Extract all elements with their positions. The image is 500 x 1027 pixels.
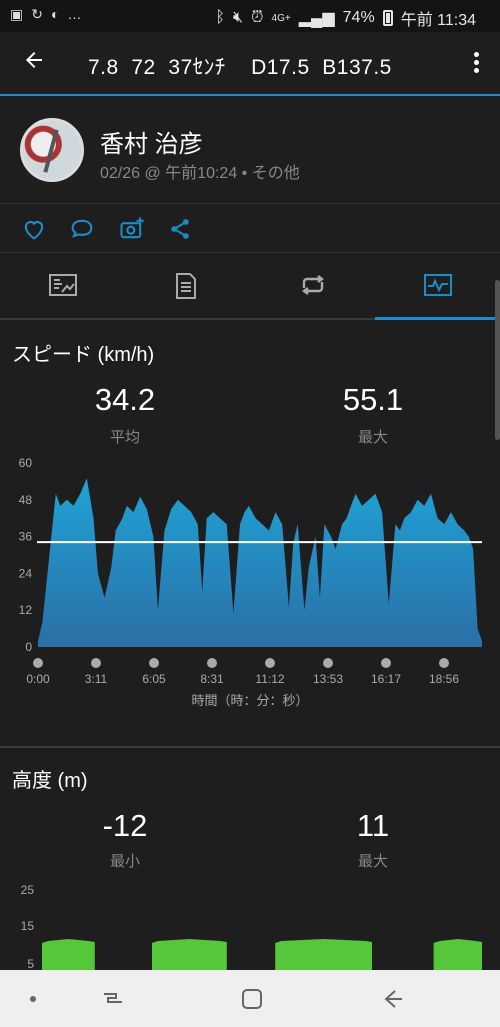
speed-avg-value: 34.2 (94, 382, 156, 417)
back-nav-icon[interactable] (375, 982, 409, 1016)
avatar[interactable] (20, 118, 84, 182)
overflow-menu-icon[interactable] (470, 50, 482, 78)
user-name[interactable]: 香村 治彦 (100, 124, 203, 159)
scroll-indicator (495, 280, 500, 440)
elevation-y-tick: 5 (27, 957, 34, 970)
bluetooth-icon: ᛒ (215, 9, 225, 26)
activity-meta: 02/26 @ 午前10:24 • その他 (100, 165, 300, 182)
speed-max-value: 55.1 (342, 382, 404, 417)
elevation-segment (433, 939, 482, 970)
speed-x-tick: 0:00 (26, 672, 50, 686)
elevation-min-value: -12 (102, 808, 148, 843)
messenger-icon: ◐ (50, 6, 60, 22)
speed-x-tick-marker (149, 658, 159, 668)
elevation-chart: 5 15 25 (21, 883, 482, 970)
status-left-icons: ▣ ↻ ◐ … (10, 6, 81, 23)
speed-x-tick-marker (207, 658, 217, 668)
speed-title: スピード (km/h) (12, 344, 155, 366)
speed-y-tick: 0 (25, 640, 32, 654)
battery-percent: 74% (342, 9, 375, 26)
sync-icon: ↻ (31, 6, 43, 22)
alarm-icon: ⏰︎ (251, 9, 264, 26)
speed-y-tick: 60 (19, 456, 33, 470)
tab-laps[interactable] (250, 254, 375, 318)
elevation-segment (42, 939, 95, 970)
gallery-icon: ▣ (10, 6, 24, 22)
tab-charts[interactable] (375, 254, 500, 320)
mute-icon: 🔇︎ (232, 9, 244, 26)
speed-x-axis-title: 時間（時：分：秒） (191, 693, 309, 708)
recent-apps-icon[interactable] (96, 982, 130, 1016)
comment-icon[interactable] (68, 215, 96, 243)
status-right: ᛒ 🔇︎ ⏰︎ 4G+ ▂▄▆ 74% 午前 11:34 (215, 6, 476, 30)
signal-icon: ▂▄▆ (298, 10, 335, 27)
elevation-min-label: 最小 (109, 853, 140, 870)
nav-dot-icon[interactable] (16, 982, 50, 1016)
share-icon[interactable] (166, 215, 194, 243)
elevation-segment (275, 939, 372, 970)
speed-x-tick-marker (381, 658, 391, 668)
elevation-segment (152, 939, 227, 970)
speed-avg-label: 平均 (109, 429, 140, 446)
action-row (0, 205, 500, 253)
speed-y-tick: 36 (19, 530, 33, 544)
status-bar: ▣ ↻ ◐ … ᛒ 🔇︎ ⏰︎ 4G+ ▂▄▆ 74% 午前 11:34 (0, 0, 500, 32)
speed-x-tick: 18:56 (429, 672, 459, 686)
tab-summary[interactable] (0, 254, 125, 318)
tab-bar (0, 254, 500, 320)
speed-x-tick: 16:17 (371, 672, 401, 686)
speed-y-tick: 48 (19, 493, 33, 507)
speed-x-tick: 13:53 (313, 672, 343, 686)
speed-x-tick-marker (265, 658, 275, 668)
tab-details[interactable] (125, 254, 250, 318)
back-arrow-icon[interactable] (18, 48, 50, 80)
like-icon[interactable] (20, 215, 48, 243)
clock: 午前 11:34 (400, 12, 476, 29)
elevation-title: 高度 (m) (12, 770, 88, 792)
speed-area (38, 478, 482, 647)
elevation-y-tick: 15 (21, 919, 35, 933)
network-type: 4G+ (271, 12, 291, 24)
elevation-y-tick: 25 (21, 883, 35, 897)
speed-x-tick: 8:31 (200, 672, 224, 686)
speed-chart: 0 12 24 36 48 60 0:00 3:11 6:05 8:31 11:12 13:53 16:… (19, 456, 482, 686)
activity-header: 香村 治彦 02/26 @ 午前10:24 • その他 (0, 98, 500, 204)
add-photo-icon[interactable] (118, 215, 146, 243)
elevation-max-label: 最大 (357, 853, 388, 870)
battery-icon (382, 10, 393, 26)
elevation-max-value: 11 (356, 808, 390, 843)
speed-x-tick-marker (91, 658, 101, 668)
activity-title: 7.8 72 37ｾﾝﾁ D17.5 B137.5 (88, 56, 392, 79)
speed-max-label: 最大 (357, 429, 388, 446)
section-divider (0, 746, 500, 748)
system-nav-bar (0, 970, 500, 1027)
home-icon[interactable] (235, 982, 269, 1016)
speed-x-tick: 6:05 (142, 672, 166, 686)
speed-x-tick-marker (439, 658, 449, 668)
speed-y-tick: 24 (19, 566, 33, 580)
speed-x-tick: 11:12 (255, 672, 284, 686)
speed-y-tick: 12 (19, 603, 33, 617)
speed-x-tick: 3:11 (85, 672, 108, 686)
speed-x-tick-marker (323, 658, 333, 668)
more-dots-icon: … (67, 6, 82, 22)
speed-x-tick-marker (33, 658, 43, 668)
app-bar: 7.8 72 37ｾﾝﾁ D17.5 B137.5 (0, 32, 500, 96)
